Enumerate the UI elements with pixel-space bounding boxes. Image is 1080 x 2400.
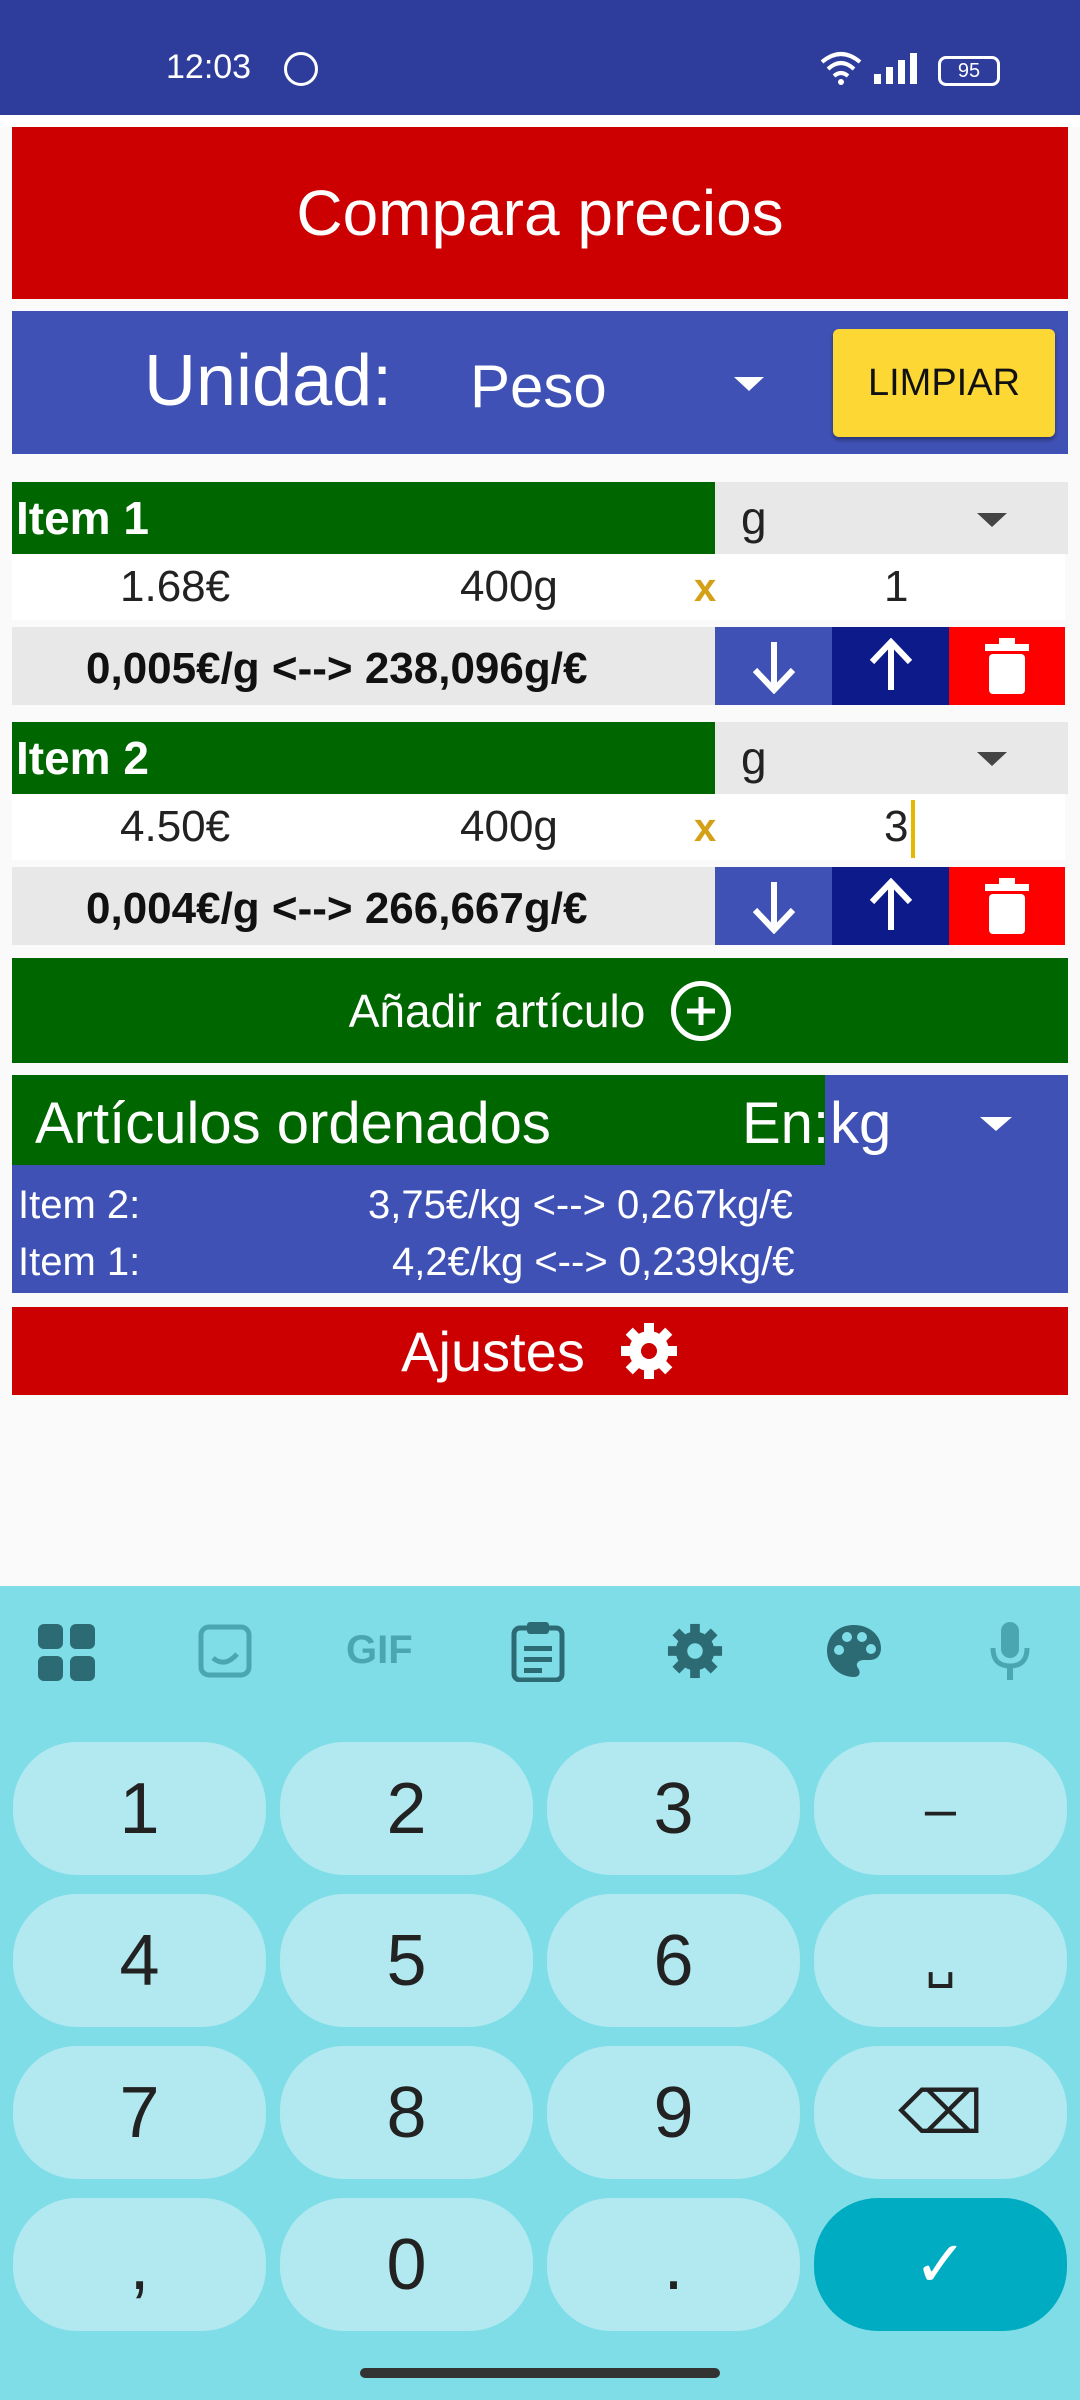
arrow-up-icon [869,878,912,930]
times-sign: x [694,806,717,850]
battery-icon: 95 [938,56,1000,86]
key-9[interactable]: 9 [547,2046,800,2179]
key-8[interactable]: 8 [280,2046,533,2179]
check-icon [284,52,318,86]
unit-label: Unidad: [144,341,393,421]
palette-icon[interactable] [824,1622,884,1680]
move-up-button[interactable] [832,867,949,945]
sorted-item-name: Item 2: [18,1183,141,1227]
gear-icon [620,1323,677,1379]
item-unit-value: g [741,492,767,544]
sorted-item-value: 3,75€/kg <--> 0,267kg/€ [368,1183,793,1227]
size-input[interactable]: 400g [460,802,558,852]
move-down-button[interactable] [715,627,832,705]
item-unit-dropdown[interactable]: g [715,722,1068,794]
sorted-item-value: 4,2€/kg <--> 0,239kg/€ [392,1240,795,1284]
delete-button[interactable] [949,867,1065,945]
sticker-icon[interactable] [198,1624,252,1680]
clipboard-icon[interactable] [510,1620,566,1682]
settings-button[interactable]: Ajustes [12,1307,1068,1395]
chevron-down-icon[interactable] [977,752,1007,766]
key-0[interactable]: 0 [280,2198,533,2331]
price-input[interactable]: 1.68€ [120,562,230,612]
gear-icon[interactable] [666,1622,724,1680]
trash-icon [985,878,1029,934]
app-title: Compara precios [12,127,1068,299]
sorted-in-label: En: [742,1091,830,1156]
key-minus[interactable]: – [814,1742,1067,1875]
key-2[interactable]: 2 [280,1742,533,1875]
chevron-down-icon[interactable] [977,513,1007,527]
item-unit-value: g [741,732,767,784]
key-1[interactable]: 1 [13,1742,266,1875]
item-name: Item 1 [12,482,715,554]
item-name: Item 2 [12,722,715,794]
item-unit-dropdown[interactable]: g [715,482,1068,554]
sorted-title: Artículos ordenados [35,1091,551,1156]
price-input[interactable]: 4.50€ [120,802,230,852]
key-6[interactable]: 6 [547,1894,800,2027]
key-4[interactable]: 4 [13,1894,266,2027]
arrow-down-icon [752,642,795,694]
mic-icon[interactable] [990,1620,1030,1682]
arrow-down-icon [752,882,795,934]
key-comma[interactable]: , [13,2198,266,2331]
add-item-label: Añadir artículo [348,984,646,1037]
add-item-button[interactable]: Añadir artículo [12,958,1068,1063]
delete-button[interactable] [949,627,1065,705]
price-ratio: 0,005€/g <--> 238,096g/€ [86,644,588,693]
gesture-nav-handle[interactable] [360,2368,720,2378]
move-up-button[interactable] [832,627,949,705]
quantity-input[interactable]: 1 [884,562,908,612]
key-7[interactable]: 7 [13,2046,266,2179]
key-5[interactable]: 5 [280,1894,533,2027]
status-time: 12:03 [166,48,252,86]
gif-button[interactable]: GIF [346,1628,413,1673]
add-circle-icon [671,980,732,1041]
signal-icon [874,53,917,84]
unit-dropdown[interactable]: Peso [470,352,607,421]
apps-icon[interactable] [36,1622,98,1684]
key-backspace[interactable]: ⌫ [814,2046,1067,2179]
chevron-down-icon[interactable] [980,1117,1012,1131]
key-period[interactable]: . [547,2198,800,2331]
trash-icon [985,638,1029,694]
quantity-input[interactable]: 3 [884,802,908,852]
size-input[interactable]: 400g [460,562,558,612]
key-3[interactable]: 3 [547,1742,800,1875]
text-cursor [911,800,915,858]
sorted-item-name: Item 1: [18,1240,141,1284]
wifi-icon [820,52,862,85]
status-bar: 12:03 95 [0,0,1080,115]
key-enter[interactable]: ✓ [814,2198,1067,2331]
clear-button[interactable]: LIMPIAR [833,329,1055,437]
divider [0,115,1080,127]
times-sign: x [694,566,717,610]
sorted-unit-dropdown[interactable]: kg [830,1090,891,1157]
key-space[interactable]: ␣ [814,1894,1067,2027]
chevron-down-icon[interactable] [734,377,764,391]
settings-label: Ajustes [401,1319,585,1383]
arrow-up-icon [869,638,912,690]
price-ratio: 0,004€/g <--> 266,667g/€ [86,884,588,933]
move-down-button[interactable] [715,867,832,945]
